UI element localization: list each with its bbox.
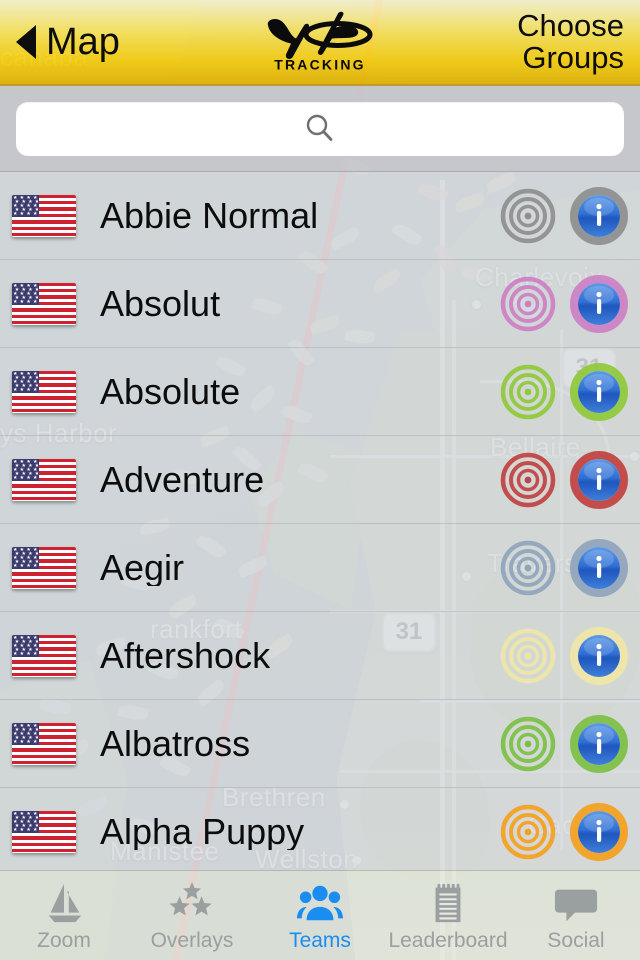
team-name-label: Absolute: [100, 373, 241, 410]
yb-logo-mark: [267, 11, 373, 59]
tab-icon-wrap: [297, 880, 343, 926]
speech-bubble-icon: [554, 889, 598, 922]
tab-overlays[interactable]: Overlays: [128, 871, 256, 960]
team-list-row[interactable]: ★ ★ ★ ★ ★ ★ ★ ★ ★ ★ ★ ★ ★ ★ ★ ★ ★ ★ ★ ★ …: [0, 172, 640, 260]
team-name-label: Absolut: [100, 285, 221, 322]
back-to-map-button[interactable]: Map: [16, 23, 120, 61]
us-flag-icon: ★ ★ ★ ★ ★ ★ ★ ★ ★ ★ ★ ★ ★ ★ ★ ★ ★ ★ ★ ★ …: [12, 634, 76, 677]
teams-list[interactable]: ★ ★ ★ ★ ★ ★ ★ ★ ★ ★ ★ ★ ★ ★ ★ ★ ★ ★ ★ ★ …: [0, 172, 640, 870]
tab-label: Leaderboard: [388, 929, 508, 952]
search-field[interactable]: [16, 101, 624, 156]
tab-zoom[interactable]: Zoom: [0, 871, 128, 960]
us-flag-icon: ★ ★ ★ ★ ★ ★ ★ ★ ★ ★ ★ ★ ★ ★ ★ ★ ★ ★ ★ ★ …: [12, 458, 76, 501]
tab-label: Zoom: [37, 929, 91, 952]
tab-leaderboard[interactable]: Leaderboard: [384, 871, 512, 960]
info-button[interactable]: [570, 802, 628, 861]
team-list-row[interactable]: ★ ★ ★ ★ ★ ★ ★ ★ ★ ★ ★ ★ ★ ★ ★ ★ ★ ★ ★ ★ …: [0, 436, 640, 524]
logo-wordmark: TRACKING: [274, 56, 366, 73]
team-list-row[interactable]: ★ ★ ★ ★ ★ ★ ★ ★ ★ ★ ★ ★ ★ ★ ★ ★ ★ ★ ★ ★ …: [0, 348, 640, 436]
us-flag-icon: ★ ★ ★ ★ ★ ★ ★ ★ ★ ★ ★ ★ ★ ★ ★ ★ ★ ★ ★ ★ …: [12, 282, 76, 325]
us-flag-icon: ★ ★ ★ ★ ★ ★ ★ ★ ★ ★ ★ ★ ★ ★ ★ ★ ★ ★ ★ ★ …: [12, 546, 76, 589]
team-name-label: Adventure: [100, 461, 265, 498]
team-list-row[interactable]: ★ ★ ★ ★ ★ ★ ★ ★ ★ ★ ★ ★ ★ ★ ★ ★ ★ ★ ★ ★ …: [0, 612, 640, 700]
target-marker-icon[interactable]: [500, 716, 556, 772]
team-list-row[interactable]: ★ ★ ★ ★ ★ ★ ★ ★ ★ ★ ★ ★ ★ ★ ★ ★ ★ ★ ★ ★ …: [0, 260, 640, 348]
choose-groups-button[interactable]: Choose Groups: [517, 7, 624, 75]
info-button[interactable]: [570, 362, 628, 421]
sailboat-icon: [48, 883, 82, 923]
stars-icon: [169, 881, 212, 916]
back-button-label: Map: [46, 21, 120, 63]
us-flag-icon: ★ ★ ★ ★ ★ ★ ★ ★ ★ ★ ★ ★ ★ ★ ★ ★ ★ ★ ★ ★ …: [12, 370, 76, 413]
target-marker-icon[interactable]: [500, 628, 556, 684]
info-button[interactable]: [570, 186, 628, 245]
tab-teams[interactable]: Teams: [256, 871, 384, 960]
info-button[interactable]: [570, 274, 628, 333]
notepad-icon: [435, 883, 461, 923]
info-button[interactable]: [570, 714, 628, 773]
target-marker-icon[interactable]: [500, 452, 556, 508]
info-button[interactable]: [570, 626, 628, 685]
triangle-left-icon: [16, 25, 36, 59]
team-name-label: Aftershock: [100, 637, 271, 674]
tab-social[interactable]: Social: [512, 871, 640, 960]
yb-tracking-logo: TRACKING: [260, 11, 380, 73]
team-list-row[interactable]: ★ ★ ★ ★ ★ ★ ★ ★ ★ ★ ★ ★ ★ ★ ★ ★ ★ ★ ★ ★ …: [0, 700, 640, 788]
us-flag-icon: ★ ★ ★ ★ ★ ★ ★ ★ ★ ★ ★ ★ ★ ★ ★ ★ ★ ★ ★ ★ …: [12, 194, 76, 237]
team-name-label: Alpha Puppy: [100, 813, 305, 850]
target-marker-icon[interactable]: [500, 188, 556, 244]
tab-label: Teams: [289, 929, 351, 952]
search-input[interactable]: [16, 101, 624, 156]
us-flag-icon: ★ ★ ★ ★ ★ ★ ★ ★ ★ ★ ★ ★ ★ ★ ★ ★ ★ ★ ★ ★ …: [12, 810, 76, 853]
tab-label: Overlays: [150, 929, 234, 952]
team-name-label: Aegir: [100, 549, 185, 586]
info-button[interactable]: [570, 538, 628, 597]
team-name-label: Albatross: [100, 725, 251, 762]
choose-groups-line2: Groups: [522, 40, 624, 75]
tab-icon-wrap: [553, 880, 599, 926]
team-list-row[interactable]: ★ ★ ★ ★ ★ ★ ★ ★ ★ ★ ★ ★ ★ ★ ★ ★ ★ ★ ★ ★ …: [0, 524, 640, 612]
team-list-row[interactable]: ★ ★ ★ ★ ★ ★ ★ ★ ★ ★ ★ ★ ★ ★ ★ ★ ★ ★ ★ ★ …: [0, 788, 640, 870]
team-name-label: Abbie Normal: [100, 197, 319, 234]
bottom-tab-bar: Zoom Overlays Teams Leaderboard Social: [0, 870, 640, 960]
top-navigation-bar: Map TRACKING Choose Groups: [0, 0, 640, 86]
target-marker-icon[interactable]: [500, 276, 556, 332]
people-icon: [297, 885, 343, 921]
choose-groups-line1: Choose: [517, 7, 624, 43]
target-marker-icon[interactable]: [500, 364, 556, 420]
info-button[interactable]: [570, 450, 628, 509]
tab-icon-wrap: [425, 880, 471, 926]
tab-icon-wrap: [169, 880, 215, 926]
tab-icon-wrap: [41, 880, 87, 926]
search-bar: [0, 86, 640, 172]
tab-label: Social: [547, 929, 605, 952]
target-marker-icon[interactable]: [500, 540, 556, 596]
target-marker-icon[interactable]: [500, 804, 556, 860]
app-root: canabaCharlevoixBellaireys HarborTravers…: [0, 0, 640, 960]
us-flag-icon: ★ ★ ★ ★ ★ ★ ★ ★ ★ ★ ★ ★ ★ ★ ★ ★ ★ ★ ★ ★ …: [12, 722, 76, 765]
